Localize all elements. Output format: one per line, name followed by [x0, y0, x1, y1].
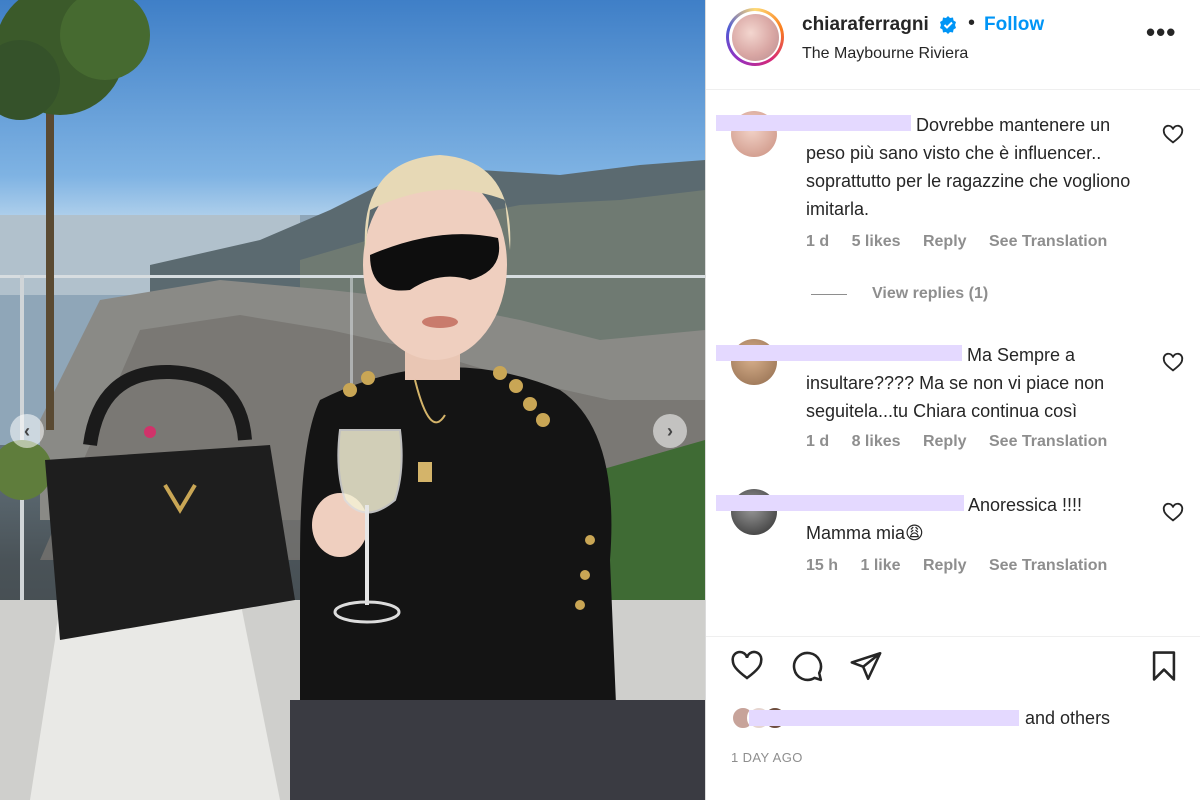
comment-icon[interactable]	[790, 649, 824, 683]
more-options-button[interactable]: •••	[1146, 19, 1176, 45]
see-translation-button[interactable]: See Translation	[989, 433, 1107, 450]
view-replies-line	[811, 293, 847, 295]
redacted-liker-names	[749, 710, 1019, 726]
bookmark-icon[interactable]	[1147, 649, 1181, 683]
liked-by-row[interactable]: and others	[731, 706, 1110, 730]
comment-reply-button[interactable]: Reply	[923, 433, 967, 450]
verified-badge-icon	[940, 16, 956, 34]
post-location[interactable]: The Maybourne Riviera	[802, 45, 968, 63]
author-avatar[interactable]	[726, 8, 784, 66]
comment-like-heart-icon[interactable]	[1162, 124, 1184, 146]
post-timestamp: 1 DAY AGO	[731, 750, 803, 765]
share-icon[interactable]	[849, 649, 883, 683]
comment-meta: 1 d 8 likes Reply See Translation	[806, 433, 1125, 451]
redacted-username	[716, 495, 964, 512]
carousel-prev-button[interactable]: ‹	[10, 414, 44, 448]
comment-text-block: Anoressica !!!! Mamma mia😩	[716, 491, 1146, 547]
follow-button[interactable]: Follow	[984, 14, 1044, 36]
comment-reply-button[interactable]: Reply	[923, 557, 967, 574]
comment-likes[interactable]: 5 likes	[852, 233, 901, 250]
separator-dot: •	[968, 12, 976, 34]
comment-reply-button[interactable]: Reply	[923, 233, 967, 250]
carousel-next-button[interactable]: ›	[653, 414, 687, 448]
comment-time: 15 h	[806, 557, 839, 574]
comment-meta: 1 d 5 likes Reply See Translation	[806, 233, 1125, 251]
post-side-panel: chiaraferragni • Follow The Maybourne Ri…	[705, 0, 1200, 800]
comment-meta: 15 h 1 like Reply See Translation	[806, 557, 1125, 575]
comment-like-heart-icon[interactable]	[1162, 502, 1184, 524]
author-username[interactable]: chiaraferragni	[802, 14, 929, 36]
comment-time: 1 d	[806, 233, 830, 250]
redacted-username	[716, 115, 911, 132]
comment-text-block: Ma Sempre a insultare???? Ma se non vi p…	[716, 341, 1146, 425]
view-replies-button[interactable]: View replies (1)	[811, 285, 988, 303]
comment-likes[interactable]: 1 like	[860, 557, 900, 574]
post-header: chiaraferragni • Follow The Maybourne Ri…	[706, 0, 1200, 90]
view-replies-label: View replies (1)	[872, 285, 989, 302]
comment-text-block: Dovrebbe mantenere un peso più sano vist…	[716, 111, 1146, 223]
comment-likes[interactable]: 8 likes	[852, 433, 901, 450]
heart-icon[interactable]	[730, 649, 764, 683]
comment-time: 1 d	[806, 433, 830, 450]
post-actions-bar	[706, 636, 1200, 696]
comment-like-heart-icon[interactable]	[1162, 352, 1184, 374]
post-photo: ‹ ›	[0, 0, 705, 800]
likes-and-others[interactable]: and others	[1025, 708, 1110, 729]
see-translation-button[interactable]: See Translation	[989, 557, 1107, 574]
comments-list: Dovrebbe mantenere un peso più sano vist…	[706, 91, 1200, 636]
redacted-username	[716, 345, 962, 362]
see-translation-button[interactable]: See Translation	[989, 233, 1107, 250]
photo-scene	[0, 0, 705, 800]
